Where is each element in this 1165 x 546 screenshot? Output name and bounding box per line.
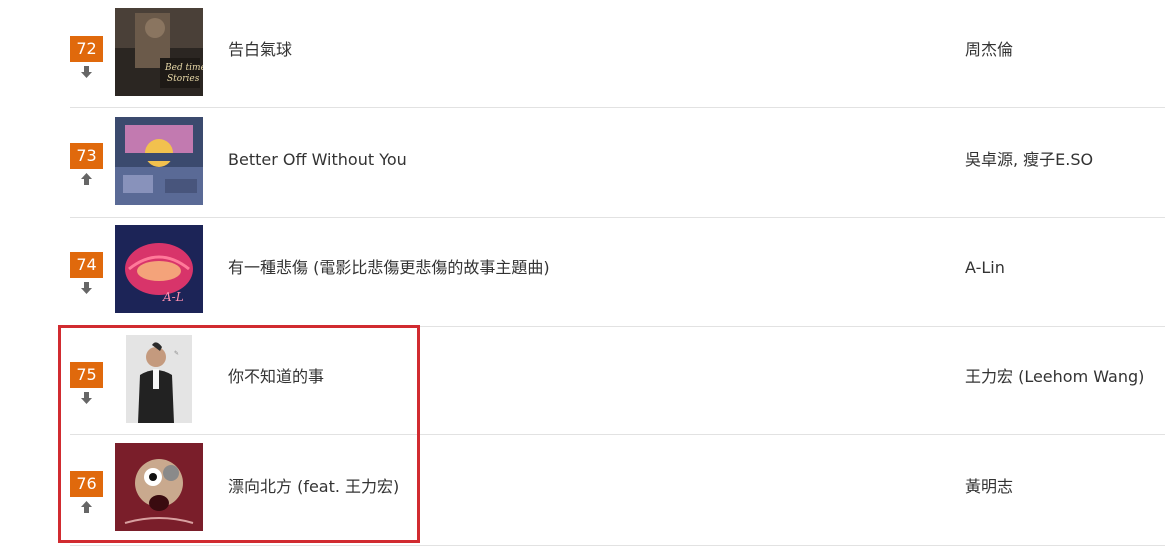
song-title[interactable]: 你不知道的事: [228, 367, 324, 387]
rank-badge: 72: [70, 36, 103, 62]
song-title[interactable]: 有一種悲傷 (電影比悲傷更悲傷的故事主題曲): [228, 258, 550, 278]
arrow-up-icon: [81, 173, 92, 185]
chart-list: 72 Bed time Stories 告白氣球 周杰倫 73 Better O…: [70, 0, 1165, 546]
artist-name[interactable]: 王力宏 (Leehom Wang): [965, 367, 1144, 387]
album-cover[interactable]: Bed time Stories: [115, 8, 203, 96]
chart-row-75[interactable]: 75 ✎ 你不知道的事 王力宏 (Leehom Wang): [70, 327, 1165, 435]
album-cover[interactable]: [115, 117, 203, 205]
chart-row-76[interactable]: 76 漂向北方 (feat. 王力宏) 黃明志: [70, 435, 1165, 546]
svg-text:A-L: A-L: [162, 290, 184, 304]
artist-name[interactable]: A-Lin: [965, 258, 1005, 278]
song-title[interactable]: Better Off Without You: [228, 150, 407, 170]
song-title[interactable]: 漂向北方 (feat. 王力宏): [228, 477, 399, 497]
rank-badge: 74: [70, 252, 103, 278]
rank-badge: 75: [70, 362, 103, 388]
artist-name[interactable]: 吳卓源, 瘦子E.SO: [965, 150, 1093, 170]
chart-row-73[interactable]: 73 Better Off Without You 吳卓源, 瘦子E.SO: [70, 108, 1165, 218]
svg-text:Bed time: Bed time: [164, 63, 203, 73]
arrow-up-icon: [81, 501, 92, 513]
rank-badge: 76: [70, 471, 103, 497]
svg-text:✎: ✎: [174, 350, 179, 357]
chart-row-74[interactable]: 74 A-L 有一種悲傷 (電影比悲傷更悲傷的故事主題曲) A-Lin: [70, 218, 1165, 327]
svg-text:Stories: Stories: [167, 74, 200, 84]
arrow-down-icon: [81, 282, 92, 294]
album-cover[interactable]: A-L: [115, 225, 203, 313]
artist-name[interactable]: 周杰倫: [965, 40, 1013, 60]
artist-name[interactable]: 黃明志: [965, 477, 1013, 497]
arrow-down-icon: [81, 66, 92, 78]
chart-row-72[interactable]: 72 Bed time Stories 告白氣球 周杰倫: [70, 0, 1165, 108]
song-title[interactable]: 告白氣球: [228, 40, 292, 60]
arrow-down-icon: [81, 392, 92, 404]
rank-badge: 73: [70, 143, 103, 169]
album-cover[interactable]: ✎: [126, 335, 192, 423]
album-cover[interactable]: [115, 443, 203, 531]
